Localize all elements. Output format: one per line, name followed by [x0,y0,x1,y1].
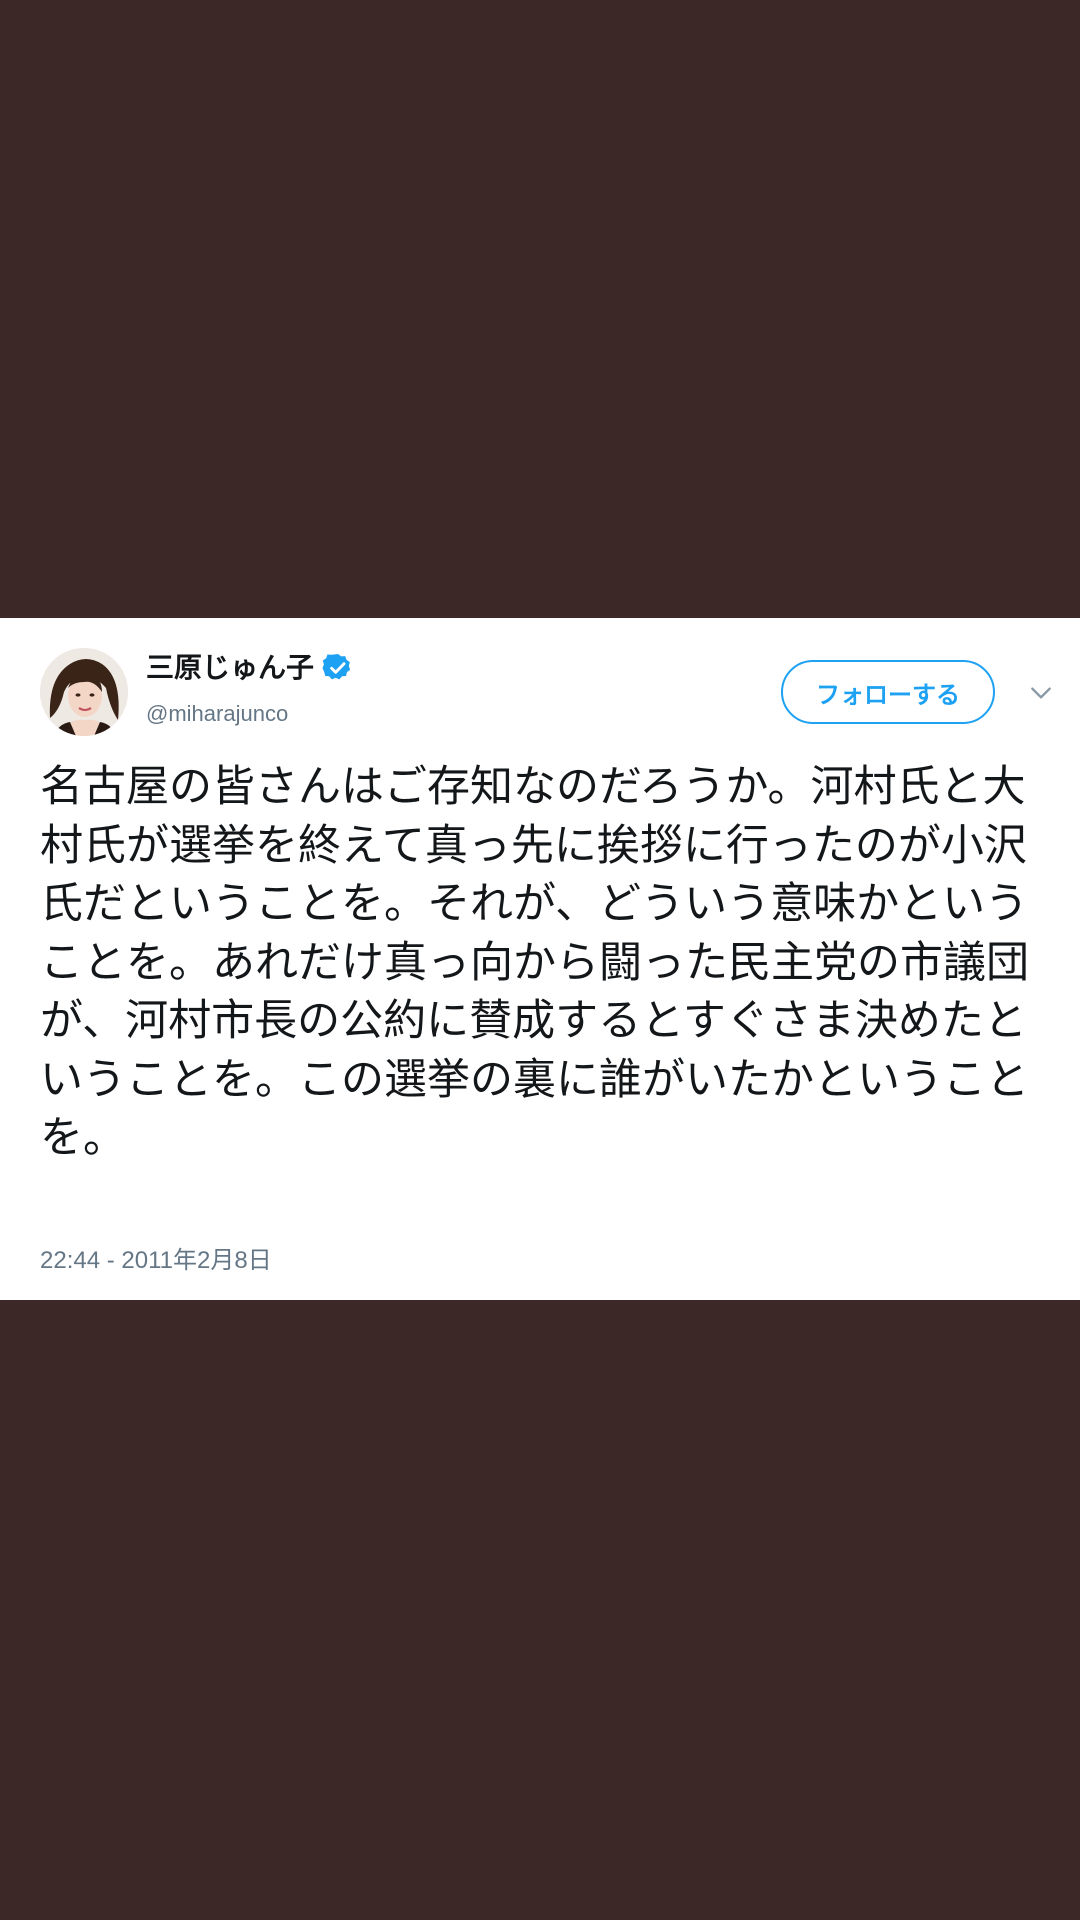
author-name-row: 三原じゅん子 [146,650,354,686]
screen: 三原じゅん子 @miharajunco フォローする 名古屋の皆さんはご存知なの… [0,0,1080,1920]
author-handle[interactable]: @miharajunco [146,700,288,728]
tweet-timestamp[interactable]: 22:44 - 2011年2月8日 [40,1246,272,1276]
chevron-down-icon[interactable] [1028,680,1054,706]
avatar-image [40,648,128,736]
avatar[interactable] [40,648,128,736]
follow-button[interactable]: フォローする [781,660,995,724]
tweet-text: 名古屋の皆さんはご存知なのだろうか。河村氏と大村氏が選挙を終えて真っ先に挨拶に行… [40,762,1029,1163]
author-display-name[interactable]: 三原じゅん子 [146,650,314,686]
tweet-card: 三原じゅん子 @miharajunco フォローする 名古屋の皆さんはご存知なの… [0,618,1080,1300]
verified-badge-icon [322,652,354,684]
